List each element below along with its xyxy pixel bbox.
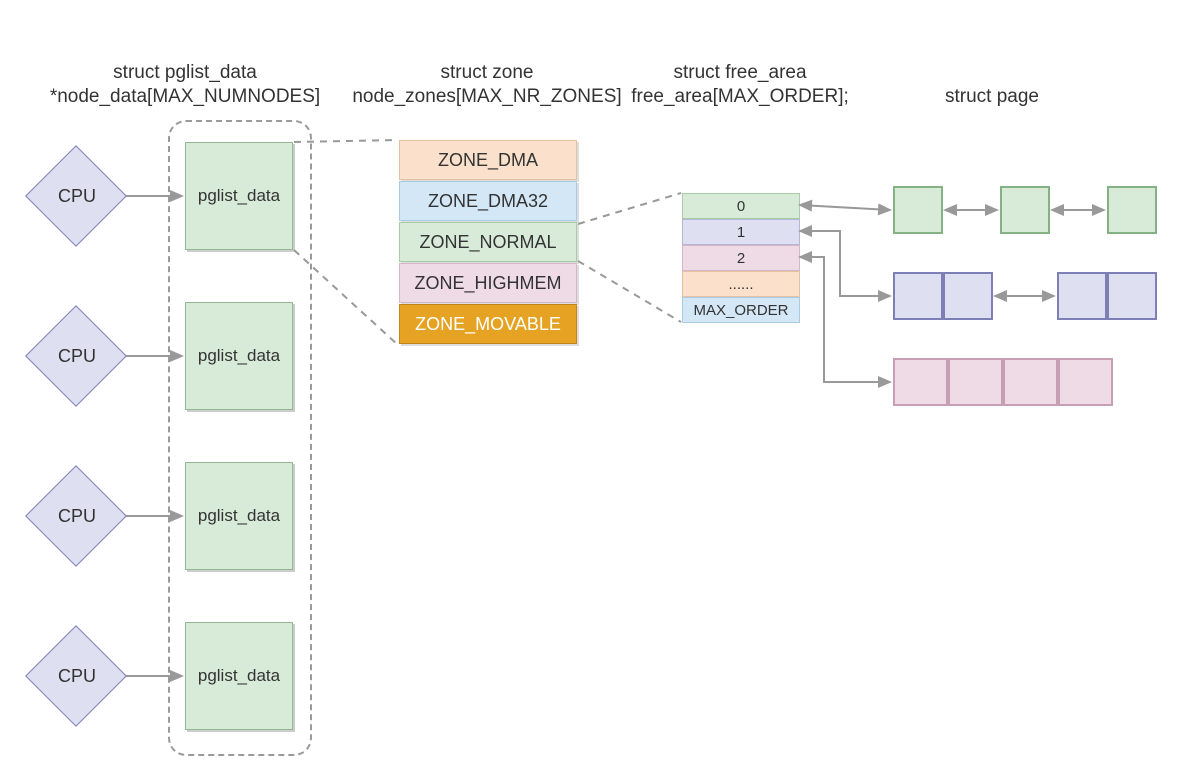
- zone-normal: ZONE_NORMAL: [399, 222, 577, 262]
- zone-dma: ZONE_DMA: [399, 140, 577, 180]
- page-pink-0: [893, 358, 948, 406]
- pglist-box-2: pglist_data: [185, 462, 293, 570]
- pglist-caption-l1: struct pglist_data: [113, 62, 257, 84]
- free-caption-l2: free_area[MAX_ORDER];: [631, 86, 849, 108]
- zone-highmem: ZONE_HIGHMEM: [399, 263, 577, 303]
- page-green-2: [1107, 186, 1157, 234]
- pglist-label: pglist_data: [198, 666, 280, 686]
- page-pink-3: [1058, 358, 1113, 406]
- page-pink-1: [948, 358, 1003, 406]
- pglist-box-3: pglist_data: [185, 622, 293, 730]
- zone-movable: ZONE_MOVABLE: [399, 304, 577, 344]
- page-caption-l1: struct page: [945, 86, 1039, 108]
- free-caption-l1: struct free_area: [673, 62, 806, 84]
- page-violet-0b: [943, 272, 993, 320]
- free-area-max: MAX_ORDER: [682, 297, 800, 323]
- page-green-1: [1000, 186, 1050, 234]
- zone-dma32: ZONE_DMA32: [399, 181, 577, 221]
- pglist-label: pglist_data: [198, 186, 280, 206]
- page-violet-1a: [1057, 272, 1107, 320]
- cpu-label-2: CPU: [58, 506, 96, 527]
- free-area-2: 2: [682, 245, 800, 271]
- pglist-box-0: pglist_data: [185, 142, 293, 250]
- zone-caption-l2: node_zones[MAX_NR_ZONES]: [352, 86, 621, 108]
- cpu-label-1: CPU: [58, 346, 96, 367]
- page-violet-1b: [1107, 272, 1157, 320]
- cpu-label-0: CPU: [58, 186, 96, 207]
- page-violet-0a: [893, 272, 943, 320]
- free-area-0: 0: [682, 193, 800, 219]
- pglist-label: pglist_data: [198, 506, 280, 526]
- page-pink-2: [1003, 358, 1058, 406]
- zone-caption-l1: struct zone: [441, 62, 534, 84]
- pglist-label: pglist_data: [198, 346, 280, 366]
- free-area-dots: ......: [682, 271, 800, 297]
- pglist-caption-l2: *node_data[MAX_NUMNODES]: [50, 86, 320, 108]
- cpu-label-3: CPU: [58, 666, 96, 687]
- page-green-0: [893, 186, 943, 234]
- pglist-box-1: pglist_data: [185, 302, 293, 410]
- free-area-1: 1: [682, 219, 800, 245]
